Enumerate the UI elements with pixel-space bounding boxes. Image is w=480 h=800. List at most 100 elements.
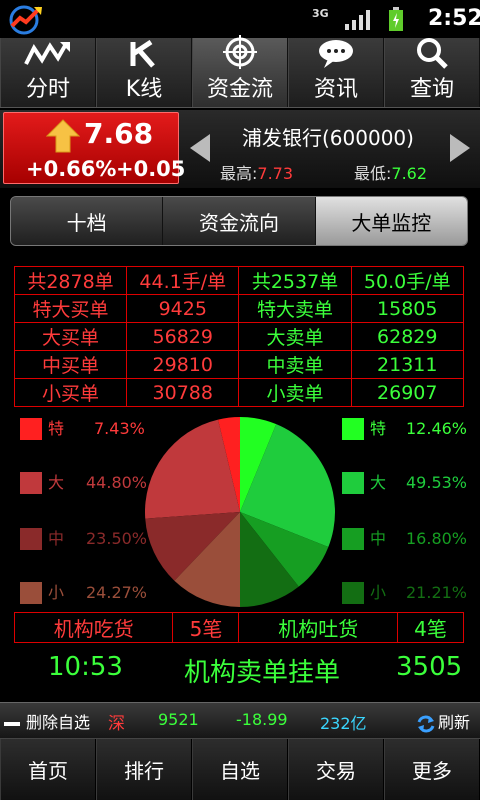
buy-value: 30788 — [126, 378, 240, 407]
latest-big-order: 10:53 机构卖单挂单 3505 — [0, 648, 480, 688]
table-row: 大买单 56829 大卖单 62829 — [13, 322, 464, 351]
sell-value: 15805 — [350, 294, 464, 323]
legend-swatch — [342, 418, 364, 440]
buy-value: 29810 — [126, 350, 240, 379]
sell-label: 小卖单 — [238, 378, 352, 407]
tab-news[interactable]: 资讯 — [288, 38, 384, 107]
buy-label: 特大买单 — [13, 294, 128, 323]
prev-stock-icon[interactable] — [186, 132, 214, 164]
tab-fund-direction[interactable]: 资金流向 — [163, 197, 316, 245]
legend-swatch — [20, 472, 42, 494]
index-change: -18.99 — [236, 710, 288, 729]
refresh-label: 刷新 — [438, 713, 471, 732]
fund-flow-target-icon — [223, 35, 257, 69]
nav-ranking[interactable]: 排行 — [96, 739, 192, 800]
legend-name: 中 — [48, 529, 65, 548]
buy-value: 56829 — [126, 322, 240, 351]
nav-home[interactable]: 首页 — [0, 739, 96, 800]
legend-buy-medium: 中 23.50% — [20, 528, 148, 550]
high-price: 最高:7.73 — [220, 160, 293, 184]
table-row: 共2878单 44.1手/单 共2537单 50.0手/单 — [13, 266, 464, 295]
table-row: 小买单 30788 小卖单 26907 — [13, 378, 464, 407]
delete-watchlist-button[interactable]: 删除自选 — [4, 709, 90, 733]
legend-buy-super: 特 7.43% — [20, 418, 145, 440]
order-distribution-pie-chart — [144, 417, 335, 607]
buy-total-orders: 共2878单 — [13, 266, 128, 295]
tab-fund-flow[interactable]: 资金流 — [192, 35, 288, 107]
buy-label: 大买单 — [13, 322, 128, 351]
legend-name: 特 — [48, 419, 65, 438]
tab-big-order-monitor[interactable]: 大单监控 — [315, 197, 467, 245]
orders-table: 共2878单 44.1手/单 共2537单 50.0手/单 特大买单 9425 … — [13, 266, 464, 407]
legend-swatch — [342, 528, 364, 550]
status-bar: 3G 2:52 — [0, 0, 480, 38]
next-stock-icon[interactable] — [446, 132, 474, 164]
order-time: 10:53 — [48, 652, 123, 682]
buy-value: 9425 — [126, 294, 240, 323]
refresh-icon — [417, 715, 435, 732]
legend-value: 24.27% — [86, 583, 148, 602]
legend-sell-large: 大 49.53% — [342, 472, 468, 494]
tab-query[interactable]: 查询 — [384, 38, 480, 107]
buy-avg-lots: 44.1手/单 — [126, 266, 240, 295]
legend-value: 12.46% — [406, 419, 468, 438]
tab-label: 资金流 — [206, 77, 273, 102]
order-message: 机构卖单挂单 — [184, 658, 341, 688]
legend-name: 大 — [48, 473, 65, 492]
tab-order-book[interactable]: 十档 — [11, 197, 164, 245]
nav-more[interactable]: 更多 — [384, 739, 480, 800]
refresh-button[interactable]: 刷新 — [416, 709, 470, 734]
search-icon — [417, 38, 448, 69]
top-navigation: 分时 K线 资金流 资讯 查询 — [0, 35, 480, 108]
institution-buy-label: 机构吃货 — [13, 612, 174, 643]
legend-sell-medium: 中 16.80% — [342, 528, 468, 550]
nav-watchlist[interactable]: 自选 — [192, 739, 288, 800]
sell-value: 26907 — [350, 378, 464, 407]
low-value: 7.62 — [391, 164, 428, 183]
battery-icon — [389, 7, 403, 31]
table-row: 中买单 29810 中卖单 21311 — [13, 350, 464, 379]
price-box: 7.68 +0.66% +0.05 — [3, 112, 185, 184]
table-row: 机构吃货 5笔 机构吐货 4笔 — [13, 612, 465, 643]
index-ticker-bar: 删除自选 深 9521 -18.99 232亿 刷新 — [0, 702, 480, 738]
legend-value: 16.80% — [406, 529, 468, 548]
clock: 2:52 — [428, 6, 480, 31]
legend-name: 中 — [370, 529, 387, 548]
institution-sell-label: 机构吐货 — [238, 612, 398, 643]
legend-swatch — [342, 582, 364, 604]
high-value: 7.73 — [257, 164, 294, 183]
stock-name: 浦发银行(600000) — [242, 126, 414, 150]
legend-buy-large: 大 44.80% — [20, 472, 148, 494]
tab-label: K线 — [125, 77, 163, 102]
tab-label: 资讯 — [313, 77, 358, 102]
order-volume: 3505 — [396, 652, 463, 682]
legend-value: 23.50% — [86, 529, 148, 548]
legend-swatch — [20, 418, 42, 440]
arrow-up-icon — [46, 119, 80, 153]
legend-value: 21.21% — [406, 583, 468, 602]
sell-total-orders: 共2537单 — [238, 266, 352, 295]
buy-label: 中买单 — [13, 350, 128, 379]
nav-trade[interactable]: 交易 — [288, 739, 384, 800]
tab-intraday[interactable]: 分时 — [0, 38, 96, 107]
legend-name: 特 — [370, 419, 387, 438]
intraday-chart-icon — [24, 41, 70, 65]
institution-sell-count: 4笔 — [396, 612, 465, 643]
sell-label: 大卖单 — [238, 322, 352, 351]
tab-label: 查询 — [409, 77, 454, 102]
legend-sell-small: 小 21.21% — [342, 582, 468, 604]
institution-table: 机构吃货 5笔 机构吐货 4笔 — [13, 612, 465, 643]
legend-swatch — [20, 582, 42, 604]
legend-name: 大 — [370, 473, 387, 492]
sell-label: 特大卖单 — [238, 294, 352, 323]
change-percent: +0.66% — [26, 157, 117, 181]
legend-swatch — [20, 528, 42, 550]
low-price: 最低:7.62 — [354, 160, 427, 184]
high-label: 最高: — [220, 164, 258, 183]
table-row: 特大买单 9425 特大卖单 15805 — [13, 294, 464, 323]
tab-kline[interactable]: K线 — [96, 38, 192, 107]
news-bubble-icon — [319, 39, 353, 68]
legend-value: 44.80% — [86, 473, 148, 492]
tab-label: 分时 — [25, 77, 70, 102]
network-type: 3G — [312, 7, 329, 20]
